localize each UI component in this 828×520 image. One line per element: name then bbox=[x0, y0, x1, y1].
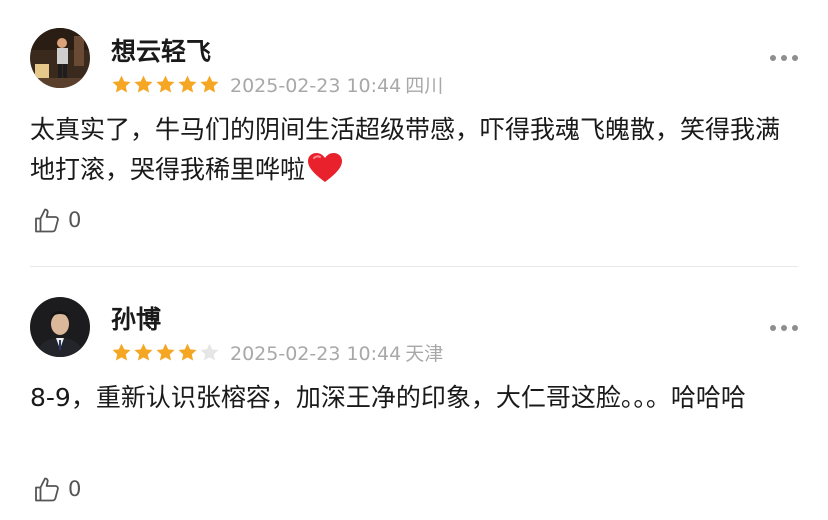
star-icon bbox=[156, 343, 175, 361]
thumbs-up-icon bbox=[35, 477, 59, 502]
review-date: 2025-02-23 10:44 bbox=[230, 343, 402, 365]
star-icon bbox=[134, 343, 153, 361]
star-icon bbox=[200, 343, 219, 361]
review-meta: 2025-02-23 10:44 天津 bbox=[111, 339, 443, 366]
star-rating bbox=[111, 342, 220, 363]
review-date-location: 2025-02-23 10:44 四川 bbox=[230, 71, 443, 98]
star-icon bbox=[178, 75, 197, 93]
review-content: 太真实了，牛马们的阴间生活超级带感，吓得我魂飞魄散，笑得我满地打滚，哭得我稀里哗… bbox=[30, 110, 790, 190]
avatar[interactable] bbox=[30, 297, 90, 357]
username[interactable]: 孙博 bbox=[111, 300, 161, 336]
like-button[interactable]: 0 bbox=[33, 206, 81, 234]
review-location: 四川 bbox=[405, 75, 444, 97]
review-text: 8-9，重新认识张榕容，加深王净的印象，大仁哥这脸。。。哈哈哈 bbox=[30, 383, 746, 412]
star-icon bbox=[112, 343, 131, 361]
star-icon bbox=[134, 75, 153, 93]
review-date: 2025-02-23 10:44 bbox=[230, 75, 402, 97]
review-meta: 2025-02-23 10:44 四川 bbox=[111, 71, 443, 98]
star-icon bbox=[178, 343, 197, 361]
like-button[interactable]: 0 bbox=[33, 475, 81, 503]
review-text: 太真实了，牛马们的阴间生活超级带感，吓得我魂飞魄散，笑得我满地打滚，哭得我稀里哗… bbox=[30, 115, 781, 184]
star-rating bbox=[111, 74, 220, 95]
review-content: 8-9，重新认识张榕容，加深王净的印象，大仁哥这脸。。。哈哈哈 bbox=[30, 378, 790, 418]
username[interactable]: 想云轻飞 bbox=[111, 32, 211, 68]
avatar[interactable] bbox=[30, 28, 90, 88]
heart-emoji bbox=[308, 153, 343, 182]
review-location: 天津 bbox=[405, 343, 444, 365]
like-count: 0 bbox=[68, 208, 82, 232]
star-icon bbox=[112, 75, 131, 93]
more-icon[interactable] bbox=[770, 49, 798, 67]
star-icon bbox=[156, 75, 175, 93]
star-icon bbox=[200, 75, 219, 93]
like-count: 0 bbox=[68, 477, 82, 501]
review-date-location: 2025-02-23 10:44 天津 bbox=[230, 339, 443, 366]
thumbs-up-icon bbox=[35, 208, 59, 233]
more-icon[interactable] bbox=[770, 319, 798, 337]
divider bbox=[30, 266, 798, 267]
